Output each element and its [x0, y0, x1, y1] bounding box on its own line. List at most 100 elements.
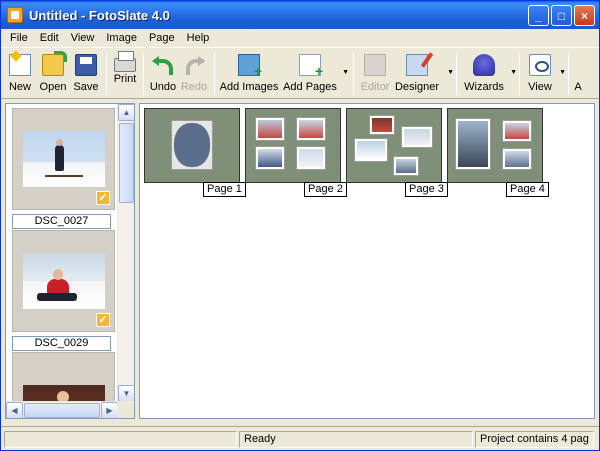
- selected-checkbox-icon[interactable]: ✓: [96, 313, 110, 327]
- window-controls: _ □ ×: [528, 5, 595, 26]
- editor-button[interactable]: Editor: [358, 49, 392, 97]
- add-pages-dropdown-icon[interactable]: ▼: [342, 69, 349, 76]
- menu-help[interactable]: Help: [181, 30, 216, 47]
- print-icon: [114, 51, 136, 72]
- menu-view[interactable]: View: [65, 30, 101, 47]
- status-left: [4, 431, 237, 448]
- save-label: Save: [73, 81, 99, 93]
- menu-file[interactable]: File: [4, 30, 34, 47]
- undo-icon: [152, 54, 174, 76]
- view-button[interactable]: View ▼: [524, 49, 566, 97]
- close-button[interactable]: ×: [574, 5, 595, 26]
- add-images-button[interactable]: Add Images: [219, 49, 279, 97]
- add-pages-label: Add Pages: [283, 81, 337, 93]
- title-bar[interactable]: Untitled - FotoSlate 4.0 _ □ ×: [1, 1, 599, 29]
- pages-workspace[interactable]: Page 1 Page 2 Page 3 Page 4: [139, 103, 595, 419]
- toolbar-overflow-label: A: [574, 81, 582, 93]
- wizards-icon: [473, 54, 495, 76]
- horizontal-scroll-thumb[interactable]: [24, 403, 100, 418]
- undo-label: Undo: [149, 81, 177, 93]
- new-button[interactable]: New: [4, 49, 36, 97]
- thumbnail-image: [22, 131, 105, 187]
- undo-button[interactable]: Undo: [148, 49, 178, 97]
- page-label: Page 2: [304, 182, 347, 197]
- page-label: Page 1: [203, 182, 246, 197]
- wizards-button[interactable]: Wizards ▼: [461, 49, 517, 97]
- designer-dropdown-icon[interactable]: ▼: [447, 69, 454, 76]
- page-image-slot: [455, 118, 491, 170]
- page-label: Page 3: [405, 182, 448, 197]
- menu-page[interactable]: Page: [143, 30, 181, 47]
- save-button[interactable]: Save: [70, 49, 102, 97]
- thumbnail-image: [22, 253, 105, 309]
- redo-icon: [183, 54, 205, 76]
- toolbar-separator: [106, 53, 107, 95]
- thumbnail-caption: DSC_0029: [12, 336, 111, 351]
- scroll-left-icon[interactable]: ◀: [6, 402, 23, 418]
- page-thumbnail[interactable]: [144, 108, 240, 183]
- status-text: Ready: [239, 431, 473, 448]
- selected-checkbox-icon[interactable]: ✓: [96, 191, 110, 205]
- redo-label: Redo: [180, 81, 208, 93]
- page-image-slot: [369, 115, 395, 135]
- new-icon: [9, 54, 31, 76]
- page-image-slot: [296, 146, 326, 170]
- thumbnail-vertical-scrollbar[interactable]: ▲ ▼: [117, 104, 134, 402]
- menu-edit[interactable]: Edit: [34, 30, 65, 47]
- print-button[interactable]: Print: [111, 49, 139, 97]
- designer-button[interactable]: Designer ▼: [392, 49, 454, 97]
- page-thumbnail[interactable]: [346, 108, 442, 183]
- add-pages-button[interactable]: Add Pages ▼: [279, 49, 349, 97]
- redo-button[interactable]: Redo: [178, 49, 210, 97]
- toolbar-separator: [143, 53, 144, 95]
- toolbar-separator: [519, 53, 520, 95]
- fotoslate-app-icon[interactable]: [7, 7, 23, 23]
- toolbar: New Open Save Print Undo Redo Add Images: [1, 49, 599, 99]
- add-images-icon: [238, 54, 262, 79]
- image-thumbnail-panel[interactable]: ✓ DSC_0027 ✓ DSC_0029 ▲ ▼ ◀ ▶: [5, 103, 135, 419]
- open-button[interactable]: Open: [36, 49, 70, 97]
- thumbnail-frame[interactable]: ✓: [12, 230, 115, 332]
- thumbnail-item[interactable]: ✓ DSC_0027: [12, 108, 115, 229]
- toolbar-separator: [568, 53, 569, 95]
- toolbar-separator: [456, 53, 457, 95]
- thumbnail-caption: DSC_0027: [12, 214, 111, 229]
- scroll-down-icon[interactable]: ▼: [118, 385, 134, 402]
- add-images-label: Add Images: [219, 81, 279, 93]
- menu-image[interactable]: Image: [100, 30, 143, 47]
- wizards-dropdown-icon[interactable]: ▼: [510, 69, 517, 76]
- maximize-button[interactable]: □: [551, 5, 572, 26]
- window-title: Untitled - FotoSlate 4.0: [29, 7, 170, 23]
- toolbar-overflow-button[interactable]: A: [573, 49, 583, 97]
- scroll-corner: [117, 401, 134, 418]
- view-label: View: [528, 81, 552, 93]
- thumbnail-frame[interactable]: ✓: [12, 108, 115, 210]
- page-image-slot: [401, 126, 433, 148]
- page-image-slot: [255, 117, 285, 141]
- open-icon: [42, 51, 67, 76]
- page-image-slot: [502, 148, 532, 170]
- vertical-scroll-thumb[interactable]: [119, 123, 134, 203]
- scroll-up-icon[interactable]: ▲: [118, 104, 134, 121]
- thumbnail-horizontal-scrollbar[interactable]: ◀ ▶: [6, 401, 118, 418]
- status-bar: Ready Project contains 4 pag: [1, 426, 599, 450]
- menu-bar: File Edit View Image Page Help: [1, 29, 599, 48]
- editor-label: Editor: [360, 81, 390, 93]
- page-label: Page 4: [506, 182, 549, 197]
- page-image-slot: [296, 117, 326, 141]
- designer-label: Designer: [394, 81, 440, 93]
- page-image-slot: [502, 120, 532, 142]
- wizards-label: Wizards: [464, 81, 504, 93]
- thumbnail-item[interactable]: ✓ DSC_0029: [12, 230, 115, 351]
- minimize-button[interactable]: _: [528, 5, 549, 26]
- open-label: Open: [39, 81, 67, 93]
- page-image-slot: [255, 146, 285, 170]
- page-thumbnail[interactable]: [447, 108, 543, 183]
- view-dropdown-icon[interactable]: ▼: [559, 69, 566, 76]
- page-thumbnail[interactable]: [245, 108, 341, 183]
- page-image-slot: [171, 120, 213, 170]
- scroll-right-icon[interactable]: ▶: [101, 402, 118, 418]
- page-image-slot: [354, 138, 388, 162]
- page-image-slot: [393, 156, 419, 176]
- app-window: Untitled - FotoSlate 4.0 _ □ × File Edit…: [0, 0, 600, 451]
